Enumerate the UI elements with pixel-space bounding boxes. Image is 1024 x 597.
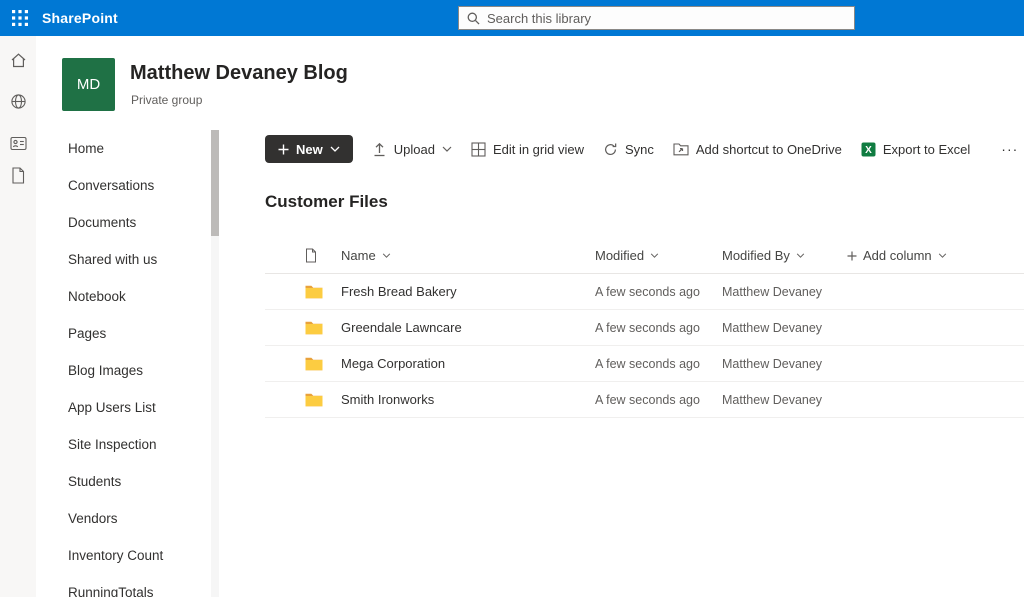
add-shortcut-to-onedrive-button[interactable]: Add shortcut to OneDrive	[673, 142, 842, 157]
sidebar-item-blog-images[interactable]: Blog Images	[36, 352, 211, 389]
file-name[interactable]: Mega Corporation	[341, 356, 595, 371]
site-header: MD Matthew Devaney Blog Private group	[36, 36, 1024, 130]
column-header-name[interactable]: Name	[341, 248, 595, 263]
contact-card-icon[interactable]	[2, 127, 34, 159]
file-icon	[305, 248, 317, 263]
sync-button[interactable]: Sync	[603, 142, 654, 157]
search-input[interactable]	[487, 11, 846, 26]
app-name[interactable]: SharePoint	[42, 10, 118, 26]
upload-label: Upload	[394, 142, 435, 157]
excel-icon: X	[861, 142, 876, 157]
sync-label: Sync	[625, 142, 654, 157]
app-launcher-icon[interactable]	[0, 0, 40, 36]
file-modified: A few seconds ago	[595, 285, 722, 299]
table-row[interactable]: Fresh Bread Bakery A few seconds ago Mat…	[265, 274, 1024, 310]
sidebar-item-notebook[interactable]: Notebook	[36, 278, 211, 315]
file-modified-by: Matthew Devaney	[722, 357, 847, 371]
sidebar-item-pages[interactable]: Pages	[36, 315, 211, 352]
files-table: Name Modified Modified By Add column Fre…	[265, 238, 1024, 418]
site-title[interactable]: Matthew Devaney Blog	[130, 62, 348, 85]
site-logo[interactable]: MD	[62, 58, 115, 111]
command-bar: New Upload Edit in grid view	[265, 132, 1014, 166]
upload-icon	[372, 142, 387, 157]
file-modified: A few seconds ago	[595, 357, 722, 371]
waffle-icon	[12, 10, 28, 26]
file-name[interactable]: Smith Ironworks	[341, 392, 595, 407]
topbar: SharePoint	[0, 0, 1024, 36]
file-name[interactable]: Fresh Bread Bakery	[341, 284, 595, 299]
sidebar-item-inventory-count[interactable]: Inventory Count	[36, 537, 211, 574]
sidebar-item-conversations[interactable]: Conversations	[36, 167, 211, 204]
more-commands-button[interactable]: ···	[995, 141, 1024, 157]
search-icon	[467, 12, 480, 25]
file-type-column[interactable]	[305, 248, 341, 263]
library-search-box[interactable]	[458, 6, 855, 30]
table-row[interactable]: Greendale Lawncare A few seconds ago Mat…	[265, 310, 1024, 346]
chevron-down-icon	[330, 146, 340, 152]
globe-icon[interactable]	[2, 85, 34, 117]
chevron-down-icon	[938, 253, 947, 258]
sidebar-item-home[interactable]: Home	[36, 130, 211, 167]
sidebar-item-runningtotals[interactable]: RunningTotals	[36, 574, 211, 597]
edit-in-grid-view-label: Edit in grid view	[493, 142, 584, 157]
chevron-down-icon	[382, 253, 391, 258]
plus-icon	[847, 251, 857, 261]
sidebar-scrollbar-thumb[interactable]	[211, 130, 219, 236]
column-header-modified-by[interactable]: Modified By	[722, 248, 847, 263]
document-icon[interactable]	[2, 159, 34, 191]
file-modified-by: Matthew Devaney	[722, 393, 847, 407]
left-rail	[0, 36, 36, 597]
file-modified-by: Matthew Devaney	[722, 321, 847, 335]
chevron-down-icon	[442, 146, 452, 152]
sidebar-item-app-users-list[interactable]: App Users List	[36, 389, 211, 426]
sidebar-item-shared-with-us[interactable]: Shared with us	[36, 241, 211, 278]
file-modified: A few seconds ago	[595, 321, 722, 335]
table-row[interactable]: Smith Ironworks A few seconds ago Matthe…	[265, 382, 1024, 418]
add-shortcut-label: Add shortcut to OneDrive	[696, 142, 842, 157]
add-column-button[interactable]: Add column	[847, 248, 1024, 263]
new-button[interactable]: New	[265, 135, 353, 163]
export-to-excel-label: Export to Excel	[883, 142, 970, 157]
folder-icon	[305, 321, 341, 335]
file-modified: A few seconds ago	[595, 393, 722, 407]
site-privacy-label: Private group	[131, 93, 202, 107]
table-row[interactable]: Mega Corporation A few seconds ago Matth…	[265, 346, 1024, 382]
folder-icon	[305, 357, 341, 371]
file-modified-by: Matthew Devaney	[722, 285, 847, 299]
sidebar-scrollbar[interactable]	[211, 130, 219, 597]
sidebar-nav: Home Conversations Documents Shared with…	[36, 130, 211, 597]
sidebar-item-students[interactable]: Students	[36, 463, 211, 500]
svg-text:X: X	[865, 145, 872, 156]
folder-shortcut-icon	[673, 142, 689, 156]
folder-icon	[305, 285, 341, 299]
sync-icon	[603, 142, 618, 157]
folder-icon	[305, 393, 341, 407]
chevron-down-icon	[650, 253, 659, 258]
plus-icon	[278, 144, 289, 155]
home-icon[interactable]	[2, 44, 34, 76]
library-title: Customer Files	[265, 192, 388, 212]
sidebar-item-documents[interactable]: Documents	[36, 204, 211, 241]
upload-button[interactable]: Upload	[372, 142, 452, 157]
column-header-modified[interactable]: Modified	[595, 248, 722, 263]
site-initials: MD	[77, 76, 100, 93]
main-content: New Upload Edit in grid view	[219, 130, 1024, 597]
new-button-label: New	[296, 142, 323, 157]
edit-in-grid-view-button[interactable]: Edit in grid view	[471, 142, 584, 157]
grid-icon	[471, 142, 486, 157]
chevron-down-icon	[796, 253, 805, 258]
file-name[interactable]: Greendale Lawncare	[341, 320, 595, 335]
table-header-row: Name Modified Modified By Add column	[265, 238, 1024, 274]
sidebar-item-vendors[interactable]: Vendors	[36, 500, 211, 537]
sidebar-item-site-inspection[interactable]: Site Inspection	[36, 426, 211, 463]
export-to-excel-button[interactable]: X Export to Excel	[861, 142, 970, 157]
